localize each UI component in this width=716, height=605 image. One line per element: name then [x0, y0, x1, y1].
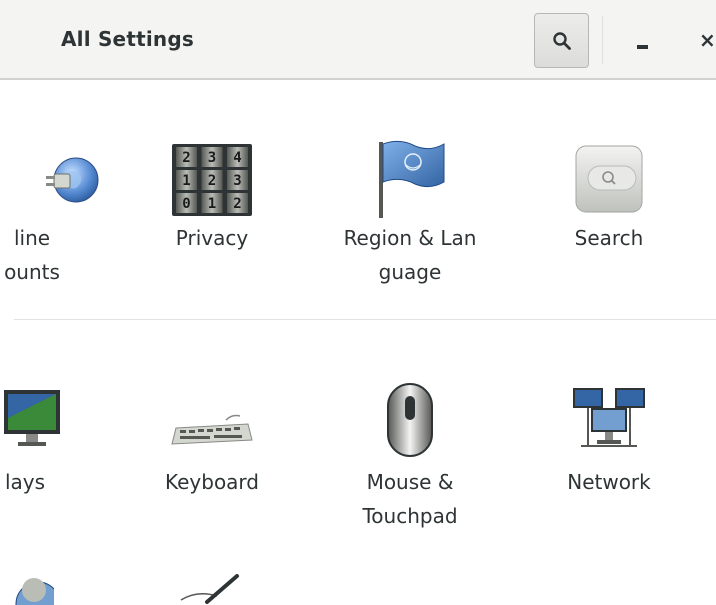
lock-digit: 1 — [182, 173, 190, 189]
user-icon — [15, 578, 54, 605]
search-panel-icon — [575, 145, 643, 213]
panel-label-line2: guage — [378, 260, 442, 284]
panel-privacy[interactable]: 2 3 4 1 2 3 0 1 2 Privacy — [112, 140, 312, 300]
header-separator — [602, 16, 603, 64]
panel-region-language[interactable]: Region & Lan guage — [310, 140, 510, 300]
lock-digit: 2 — [208, 173, 216, 189]
lock-digit: 2 — [182, 150, 190, 166]
window-title: All Settings — [61, 27, 194, 51]
lock-digit: 3 — [233, 173, 241, 189]
pen-tablet-icon — [180, 574, 239, 604]
panel-network[interactable]: Network — [509, 380, 709, 520]
keyboard-icon — [171, 414, 253, 445]
panel-label-line2: Touchpad — [362, 504, 458, 528]
network-icon — [573, 388, 645, 447]
panel-label: Network — [567, 470, 651, 494]
monitor-icon — [4, 390, 60, 446]
mouse-icon — [387, 383, 433, 457]
globe-plug-icon — [46, 157, 99, 203]
panel-partial-right[interactable] — [112, 570, 312, 605]
panel-label: Keyboard — [164, 470, 259, 494]
panel-label: Privacy — [175, 226, 249, 250]
lock-digit: 3 — [208, 150, 216, 166]
panel-label: Region & Lan — [343, 226, 477, 250]
row-divider — [14, 319, 716, 320]
panel-keyboard[interactable]: Keyboard — [112, 380, 312, 520]
header-bar: All Settings × — [0, 0, 716, 80]
search-icon — [553, 32, 571, 50]
close-button[interactable]: × — [699, 28, 716, 52]
flag-icon — [379, 140, 445, 218]
panel-label: Mouse & — [366, 470, 454, 494]
minimize-button[interactable] — [634, 30, 652, 54]
search-button[interactable] — [534, 13, 589, 68]
panel-search[interactable]: Search — [509, 140, 709, 300]
minimize-icon — [637, 45, 648, 49]
lock-digit: 4 — [233, 150, 241, 166]
lock-digit: 2 — [233, 196, 241, 212]
combination-lock-icon: 2 3 4 1 2 3 0 1 2 — [172, 144, 252, 216]
lock-digit: 0 — [182, 196, 190, 212]
panel-label: lays — [4, 470, 46, 494]
panel-mouse-touchpad[interactable]: Mouse & Touchpad — [310, 380, 510, 540]
panel-label: Search — [574, 226, 644, 250]
lock-digit: 1 — [208, 196, 216, 212]
